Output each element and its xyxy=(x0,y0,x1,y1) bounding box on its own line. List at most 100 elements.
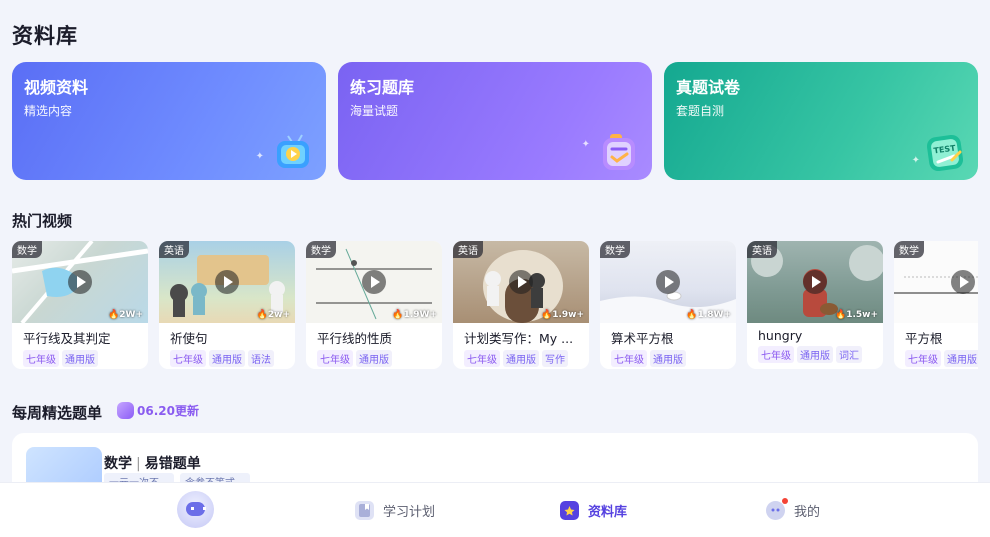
category-cards: 视频资料 精选内容 ✦ 练习题库 海量试题 ✦ 真题试卷 套题自测 ✦ TEST xyxy=(12,62,978,180)
page-title: 资料库 xyxy=(12,24,78,48)
tab-label: 我的 xyxy=(794,505,821,520)
grade-chip: 七年级 xyxy=(905,350,941,367)
version-chip: 通用版 xyxy=(503,350,539,367)
video-thumbnail: 数学 🔥1.8W+ xyxy=(600,241,736,323)
card-title: 真题试卷 xyxy=(676,78,741,97)
video-title: hungry xyxy=(758,328,803,343)
video-thumbnail: 数学 xyxy=(894,241,978,323)
grade-chip: 七年级 xyxy=(170,350,206,367)
bottom-tab-bar: 学习计划 资料库 我的 xyxy=(0,482,990,537)
view-count: 🔥2w+ xyxy=(256,310,290,320)
test-paper-icon: TEST xyxy=(926,134,964,172)
crown-icon xyxy=(117,402,134,419)
play-icon[interactable] xyxy=(656,270,680,294)
video-thumbnail: 英语 🔥1.5w+ xyxy=(747,241,883,323)
topic-chip: 写作 xyxy=(542,350,568,367)
tv-play-icon xyxy=(277,134,309,168)
video-title: 平方根 xyxy=(905,331,943,346)
subject-tag: 英语 xyxy=(159,241,189,258)
grade-chip: 七年级 xyxy=(23,350,59,367)
list-title: 数学 | 易错题单 xyxy=(104,456,201,472)
library-icon xyxy=(560,501,579,520)
version-chip: 通用版 xyxy=(797,346,833,363)
video-thumbnail: 英语 🔥1.9w+ xyxy=(453,241,589,323)
tab-library[interactable]: 资料库 xyxy=(560,483,627,537)
play-icon[interactable] xyxy=(68,270,92,294)
hot-videos-title: 热门视频 xyxy=(12,212,73,230)
video-card[interactable]: 数学 🔥1.9W+ 平行线的性质 七年级 通用版 xyxy=(306,241,442,369)
subject-tag: 英语 xyxy=(453,241,483,258)
checklist-icon xyxy=(603,134,635,170)
view-count: 🔥1.9W+ xyxy=(392,310,437,320)
play-icon[interactable] xyxy=(215,270,239,294)
tab-label: 学习计划 xyxy=(383,505,436,520)
version-chip: 通用版 xyxy=(650,350,686,367)
video-title: 祈使句 xyxy=(170,331,208,346)
grade-chip: 七年级 xyxy=(317,350,353,367)
video-chips: 七年级 通用版 xyxy=(12,347,148,367)
version-chip: 通用版 xyxy=(356,350,392,367)
sparkle-icon: ✦ xyxy=(255,151,264,162)
subject-tag: 英语 xyxy=(747,241,777,258)
subject-tag: 数学 xyxy=(600,241,630,258)
play-icon[interactable] xyxy=(509,270,533,294)
play-icon[interactable] xyxy=(362,270,386,294)
video-card[interactable]: 英语 🔥2w+ 祈使句 七年级 通用版 语法 xyxy=(159,241,295,369)
video-chips: 七年级 通用版 xyxy=(306,347,442,367)
video-thumbnail: 数学 🔥2W+ xyxy=(12,241,148,323)
video-card[interactable]: 数学 平方根 七年级 通用版 xyxy=(894,241,978,369)
video-thumbnail: 数学 🔥1.9W+ xyxy=(306,241,442,323)
view-count: 🔥1.8W+ xyxy=(686,310,731,320)
version-chip: 通用版 xyxy=(209,350,245,367)
video-card[interactable]: 数学 🔥2W+ 平行线及其判定 七年级 通用版 xyxy=(12,241,148,369)
video-chips: 七年级 通用版 词汇 xyxy=(747,343,883,363)
video-chips: 七年级 通用版 写作 xyxy=(453,347,589,367)
view-count: 🔥2W+ xyxy=(108,310,143,320)
card-title: 练习题库 xyxy=(350,78,415,97)
tab-profile[interactable]: 我的 xyxy=(766,483,820,537)
card-subtitle: 海量试题 xyxy=(350,104,399,118)
grade-chip: 七年级 xyxy=(464,350,500,367)
video-card[interactable]: 数学 🔥1.8W+ 算术平方根 七年级 通用版 xyxy=(600,241,736,369)
home-assistant-icon[interactable] xyxy=(177,491,214,528)
tab-study-plan[interactable]: 学习计划 xyxy=(355,483,435,537)
card-practice-bank[interactable]: 练习题库 海量试题 ✦ xyxy=(338,62,652,180)
card-past-papers[interactable]: 真题试卷 套题自测 ✦ TEST xyxy=(664,62,978,180)
view-count: 🔥1.5w+ xyxy=(834,310,878,320)
subject-tag: 数学 xyxy=(12,241,42,258)
topic-chip: 词汇 xyxy=(836,346,862,363)
profile-icon xyxy=(766,498,788,520)
video-chips: 七年级 通用版 xyxy=(894,347,978,367)
video-title: 计划类写作：My ... xyxy=(464,331,574,346)
grade-chip: 七年级 xyxy=(611,350,647,367)
grade-chip: 七年级 xyxy=(758,346,794,363)
topic-chip: 语法 xyxy=(248,350,274,367)
version-chip: 通用版 xyxy=(62,350,98,367)
subject-tag: 数学 xyxy=(894,241,924,258)
tab-label: 资料库 xyxy=(588,505,628,520)
card-subtitle: 套题自测 xyxy=(676,104,725,118)
video-title: 算术平方根 xyxy=(611,331,674,346)
hot-videos-list: 数学 🔥2W+ 平行线及其判定 七年级 通用版 英语 🔥2w+ 祈使句 七年级 … xyxy=(12,241,978,369)
sparkle-icon: ✦ xyxy=(911,155,920,166)
video-title: 平行线及其判定 xyxy=(23,331,111,346)
weekly-list-title: 每周精选题单 xyxy=(12,404,103,422)
update-badge: 06.20更新 xyxy=(117,402,199,419)
view-count: 🔥1.9w+ xyxy=(540,310,584,320)
subject-tag: 数学 xyxy=(306,241,336,258)
version-chip: 通用版 xyxy=(944,350,978,367)
video-thumbnail: 英语 🔥2w+ xyxy=(159,241,295,323)
card-subtitle: 精选内容 xyxy=(24,104,73,118)
update-date: 06.20更新 xyxy=(137,404,199,418)
video-chips: 七年级 通用版 语法 xyxy=(159,347,295,367)
card-title: 视频资料 xyxy=(24,78,89,97)
video-title: 平行线的性质 xyxy=(317,331,393,346)
card-video-materials[interactable]: 视频资料 精选内容 ✦ xyxy=(12,62,326,180)
play-icon[interactable] xyxy=(951,270,975,294)
play-icon[interactable] xyxy=(803,270,827,294)
sparkle-icon: ✦ xyxy=(581,139,590,150)
video-card[interactable]: 英语 🔥1.9w+ 计划类写作：My ... 七年级 通用版 写作 xyxy=(453,241,589,369)
notification-dot xyxy=(782,498,788,504)
video-chips: 七年级 通用版 xyxy=(600,347,736,367)
video-card[interactable]: 英语 🔥1.5w+ hungry 七年级 通用版 词汇 xyxy=(747,241,883,369)
